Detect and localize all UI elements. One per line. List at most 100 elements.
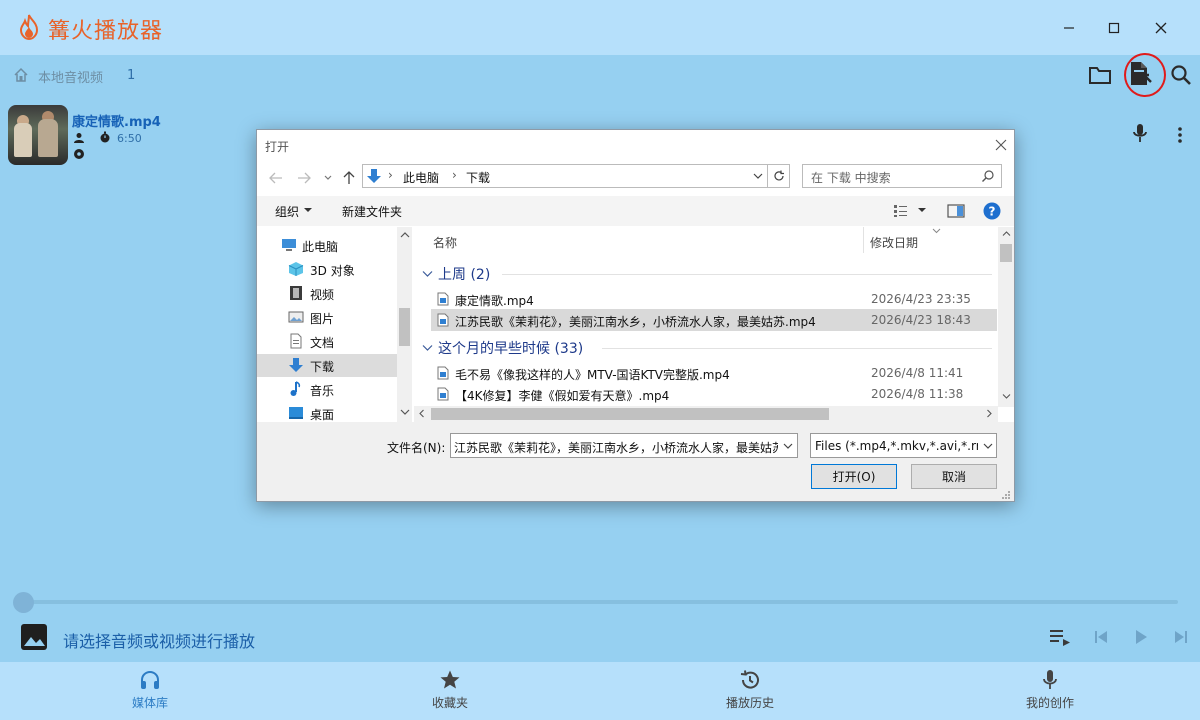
group-header-last-week[interactable]: 上周 (2) — [438, 264, 490, 284]
group-header-earlier-this-month[interactable]: 这个月的早些时候 (33) — [438, 338, 583, 358]
address-dropdown-icon[interactable] — [752, 170, 764, 182]
column-header-name[interactable]: 名称 — [433, 234, 457, 251]
tree-item-desktop[interactable]: 桌面 — [257, 402, 397, 422]
new-folder-button[interactable]: 新建文件夹 — [342, 203, 402, 220]
address-segment-root[interactable]: 此电脑 — [403, 169, 439, 186]
tree-item-label: 下载 — [310, 360, 335, 374]
file-row[interactable]: 江苏民歌《茉莉花》，美丽江南水乡，小桥流水人家，最美姑苏.mp4 2026/4/… — [431, 309, 997, 331]
file-row[interactable]: 毛不易《像我这样的人》MTV-国语KTV完整版.mp4 2026/4/8 11:… — [431, 362, 997, 384]
address-separator: › — [388, 168, 393, 182]
file-row[interactable]: 【4K修复】李健《假如爱有天意》.mp4 2026/4/8 11:38 — [431, 383, 997, 405]
path-bar — [0, 55, 1200, 97]
previous-button[interactable] — [1089, 626, 1113, 648]
recent-locations-button[interactable] — [319, 169, 337, 187]
app-title: 篝火播放器 — [48, 19, 164, 44]
vertical-scrollbar-thumb[interactable] — [1000, 244, 1012, 262]
search-button[interactable] — [1168, 62, 1194, 88]
image-placeholder-icon — [21, 624, 47, 650]
desktop-folder-icon — [289, 407, 303, 419]
maximize-button[interactable] — [1100, 14, 1128, 42]
nav-label: 播放历史 — [725, 696, 774, 710]
search-icon — [982, 170, 994, 182]
scroll-up-arrow-icon[interactable] — [400, 231, 410, 239]
group-collapse-icon[interactable] — [422, 270, 433, 278]
sort-caret-icon — [932, 228, 941, 234]
caret-down-icon[interactable] — [917, 206, 927, 214]
file-name: 康定情歌.mp4 — [455, 294, 534, 308]
tree-item-documents[interactable]: 文档 — [257, 330, 397, 353]
scroll-up-arrow-icon[interactable] — [1002, 230, 1011, 237]
view-options-icon[interactable] — [893, 204, 909, 218]
more-options-icon[interactable] — [1174, 124, 1186, 146]
file-date: 2026/4/8 11:38 — [871, 387, 964, 401]
scroll-right-arrow-icon[interactable] — [986, 409, 993, 418]
tree-item-music[interactable]: 音乐 — [257, 378, 397, 401]
scroll-left-arrow-icon[interactable] — [418, 409, 425, 418]
playlist-button[interactable] — [1048, 626, 1072, 648]
organize-menu[interactable]: 组织 — [275, 203, 299, 220]
close-icon — [1155, 22, 1167, 34]
address-segment-folder[interactable]: 下载 — [466, 169, 490, 186]
tree-item-label: 此电脑 — [302, 240, 339, 254]
tree-item-label: 文档 — [310, 336, 335, 350]
tree-item-label: 视频 — [310, 288, 335, 302]
breadcrumb-local-media[interactable]: 本地音视频 — [38, 67, 103, 86]
group-divider — [602, 348, 992, 349]
chevron-down-icon[interactable] — [783, 442, 793, 450]
nav-favorites[interactable]: 收藏夹 — [380, 662, 520, 720]
dialog-close-icon[interactable] — [993, 137, 1009, 153]
progress-track[interactable] — [22, 600, 1178, 604]
minimize-button[interactable] — [1055, 14, 1083, 42]
close-window-button[interactable] — [1147, 14, 1175, 42]
refresh-icon — [773, 170, 784, 181]
progress-slider-handle[interactable] — [13, 592, 34, 613]
open-button[interactable]: 打开(O) — [811, 464, 897, 489]
scroll-down-arrow-icon[interactable] — [1002, 393, 1011, 400]
file-type-filter-select[interactable]: Files (*.mp4,*.mkv,*.avi,*.rmvb) — [810, 433, 997, 458]
arrow-up-icon — [343, 171, 355, 184]
media-title[interactable]: 康定情歌.mp4 — [72, 111, 161, 130]
caret-down-icon — [304, 208, 312, 212]
tree-item-3d-objects[interactable]: 3D 对象 — [257, 258, 397, 281]
resize-grip-icon[interactable] — [1001, 490, 1011, 500]
file-date: 2026/4/8 11:41 — [871, 366, 964, 380]
tree-item-downloads[interactable]: 下载 — [257, 354, 397, 377]
up-button[interactable] — [340, 169, 358, 187]
search-icon — [1171, 65, 1191, 85]
column-divider[interactable] — [863, 227, 864, 253]
tree-item-videos[interactable]: 视频 — [257, 282, 397, 305]
folder-search-input[interactable]: 在 下载 中搜索 — [802, 164, 1002, 188]
video-file-icon — [437, 313, 449, 327]
home-icon[interactable] — [13, 67, 29, 83]
open-folder-button[interactable] — [1087, 62, 1113, 88]
video-file-icon — [437, 366, 449, 380]
search-placeholder: 在 下载 中搜索 — [811, 171, 891, 185]
scroll-down-arrow-icon[interactable] — [400, 408, 410, 416]
help-icon[interactable]: ? — [983, 202, 1001, 220]
play-button[interactable] — [1129, 626, 1153, 648]
file-date: 2026/4/23 18:43 — [871, 313, 971, 327]
next-button[interactable] — [1169, 626, 1193, 648]
group-collapse-icon[interactable] — [422, 344, 433, 352]
tree-scrollbar-thumb[interactable] — [399, 308, 410, 346]
refresh-button[interactable] — [768, 164, 790, 188]
nav-media-library[interactable]: 媒体库 — [80, 662, 220, 720]
nav-history[interactable]: 播放历史 — [680, 662, 820, 720]
video-thumbnail[interactable] — [8, 105, 68, 165]
nav-my-creations[interactable]: 我的创作 — [980, 662, 1120, 720]
download-arrow-icon — [367, 169, 381, 183]
tree-item-this-pc[interactable]: 此电脑 — [257, 234, 397, 257]
horizontal-scrollbar-thumb[interactable] — [431, 408, 829, 420]
tree-item-pictures[interactable]: 图片 — [257, 306, 397, 329]
preview-pane-icon[interactable] — [947, 204, 965, 218]
arrow-left-icon — [269, 172, 282, 184]
tree-item-label: 3D 对象 — [310, 264, 355, 278]
file-row[interactable]: 康定情歌.mp4 2026/4/23 23:35 — [431, 288, 997, 310]
address-bar[interactable]: › 此电脑 › 下载 — [362, 164, 768, 188]
forward-button[interactable] — [295, 169, 313, 187]
record-mic-icon[interactable] — [1130, 123, 1150, 145]
column-header-date[interactable]: 修改日期 — [870, 234, 918, 251]
cancel-button[interactable]: 取消 — [911, 464, 997, 489]
filename-input[interactable]: 江苏民歌《茉莉花》，美丽江南水乡，小桥流水人家，最美姑苏.mp4 — [450, 433, 798, 458]
back-button[interactable] — [267, 169, 285, 187]
